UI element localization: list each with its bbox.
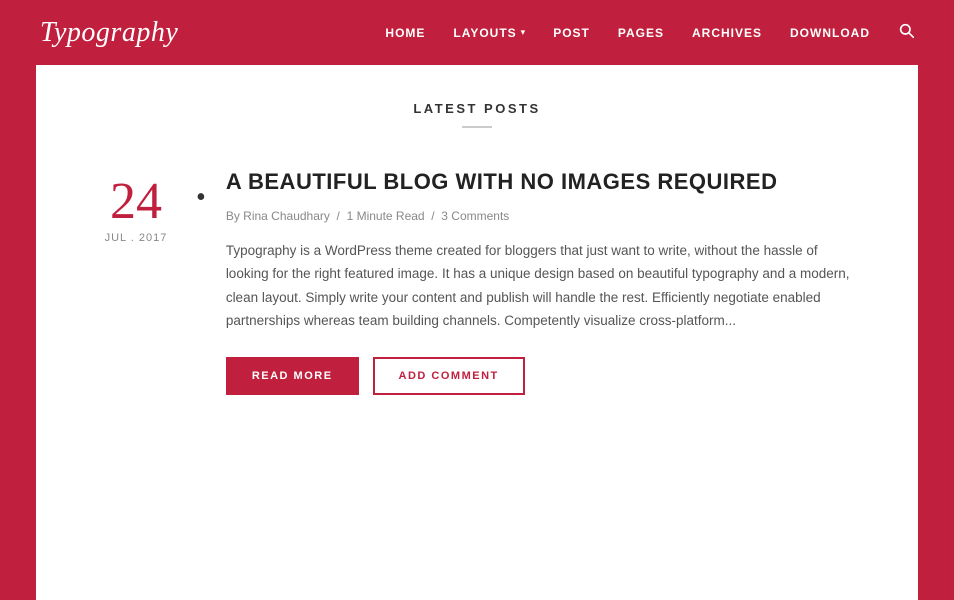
nav-pages[interactable]: PAGES	[618, 26, 664, 40]
nav-layouts-wrapper[interactable]: LAYOUTS ▾	[453, 26, 525, 40]
nav-home[interactable]: HOME	[385, 26, 425, 40]
section-title: LATEST POSTS	[36, 101, 918, 116]
post-meta: By Rina Chaudhary / 1 Minute Read / 3 Co…	[226, 209, 858, 223]
chevron-down-icon: ▾	[521, 27, 526, 38]
search-icon[interactable]	[898, 22, 914, 43]
read-more-button[interactable]: READ MORE	[226, 357, 359, 395]
site-logo[interactable]: Typography	[40, 17, 178, 49]
post-title: A BEAUTIFUL BLOG WITH NO IMAGES REQUIRED	[226, 168, 858, 197]
section-divider	[462, 126, 492, 128]
section-header: LATEST POSTS	[36, 65, 918, 148]
post-row: 24 JUL . 2017 • A BEAUTIFUL BLOG WITH NO…	[36, 148, 918, 395]
post-actions: READ MORE ADD COMMENT	[226, 357, 858, 395]
nav-layouts[interactable]: LAYOUTS	[453, 26, 516, 40]
content-card: LATEST POSTS 24 JUL . 2017 • A BEAUTIFUL…	[36, 65, 918, 600]
post-excerpt: Typography is a WordPress theme created …	[226, 239, 858, 334]
nav-archives[interactable]: ARCHIVES	[692, 26, 762, 40]
post-date-number: 24	[110, 176, 162, 228]
post-author[interactable]: Rina Chaudhary	[243, 209, 330, 223]
post-content: A BEAUTIFUL BLOG WITH NO IMAGES REQUIRED…	[226, 168, 858, 395]
main-wrapper: LATEST POSTS 24 JUL . 2017 • A BEAUTIFUL…	[0, 65, 954, 600]
add-comment-button[interactable]: ADD COMMENT	[373, 357, 525, 395]
nav-post[interactable]: POST	[553, 26, 590, 40]
post-meta-by: By	[226, 209, 240, 223]
dot-separator: •	[196, 168, 206, 214]
post-comments-count: 3 Comments	[441, 209, 509, 223]
post-read-time: 1 Minute Read	[347, 209, 425, 223]
post-date-block: 24 JUL . 2017	[96, 168, 176, 244]
nav-download[interactable]: DOWNLOAD	[790, 26, 870, 40]
header: Typography HOME LAYOUTS ▾ POST PAGES ARC…	[0, 0, 954, 65]
post-date-month-year: JUL . 2017	[105, 232, 168, 244]
main-nav: HOME LAYOUTS ▾ POST PAGES ARCHIVES DOWNL…	[385, 22, 914, 43]
